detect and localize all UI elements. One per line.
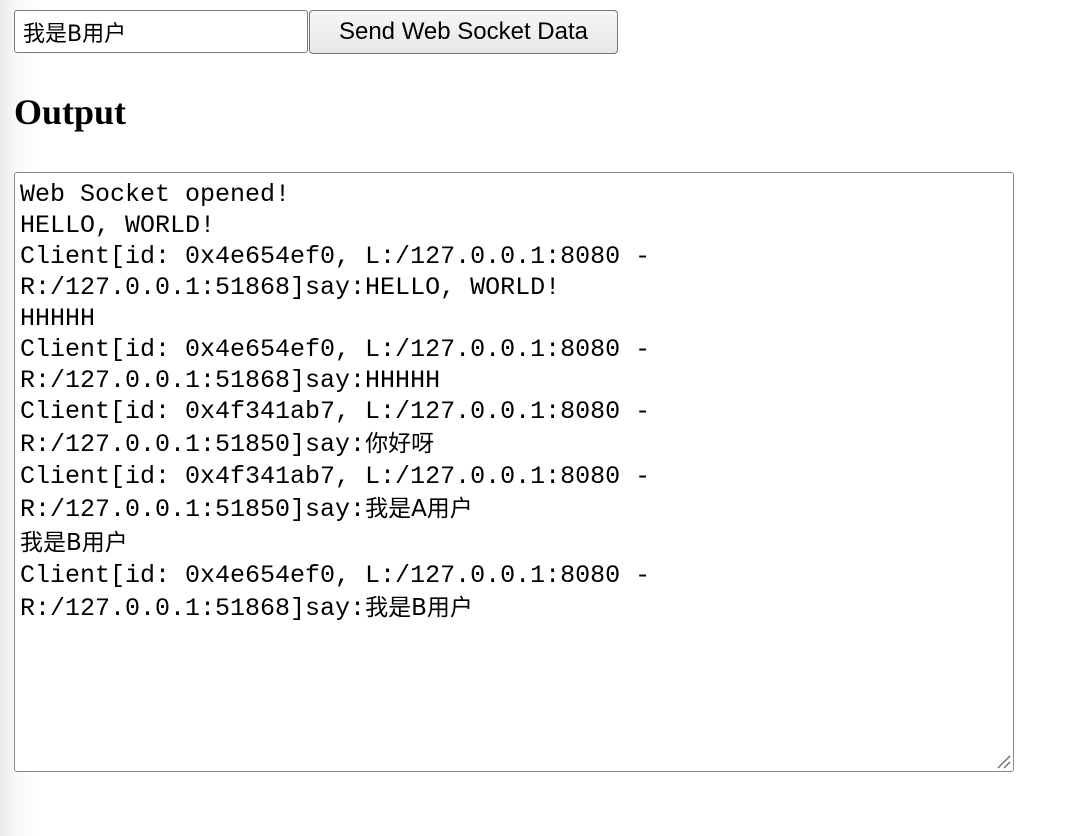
send-form: Send Web Socket Data — [14, 10, 618, 54]
output-line: Client[id: 0x4e654ef0, L:/127.0.0.1:8080… — [20, 242, 651, 271]
output-line: Client[id: 0x4f341ab7, L:/127.0.0.1:8080… — [20, 397, 651, 426]
resize-grip-icon[interactable] — [995, 753, 1011, 769]
output-line: HELLO, WORLD! — [20, 211, 216, 240]
output-line: Client[id: 0x4f341ab7, L:/127.0.0.1:8080… — [20, 462, 651, 491]
output-textarea[interactable]: Web Socket opened! HELLO, WORLD! Client[… — [14, 172, 1014, 772]
send-web-socket-data-button[interactable]: Send Web Socket Data — [309, 10, 618, 54]
output-line: R:/127.0.0.1:51868]say:HHHHH — [20, 366, 441, 395]
output-line: R:/127.0.0.1:51850]say:你好呀 — [20, 430, 435, 459]
output-line: 我是B用户 — [20, 530, 128, 556]
output-line: Client[id: 0x4e654ef0, L:/127.0.0.1:8080… — [20, 561, 651, 590]
output-line: R:/127.0.0.1:51868]say:我是B用户 — [20, 594, 473, 623]
output-line: Web Socket opened! — [20, 180, 291, 209]
output-line: HHHHH — [20, 304, 96, 333]
message-input[interactable] — [14, 10, 308, 53]
output-line: Client[id: 0x4e654ef0, L:/127.0.0.1:8080… — [20, 335, 651, 364]
output-line: R:/127.0.0.1:51850]say:我是A用户 — [20, 495, 473, 524]
output-line: R:/127.0.0.1:51868]say:HELLO, WORLD! — [20, 273, 561, 302]
output-heading: Output — [14, 92, 127, 132]
